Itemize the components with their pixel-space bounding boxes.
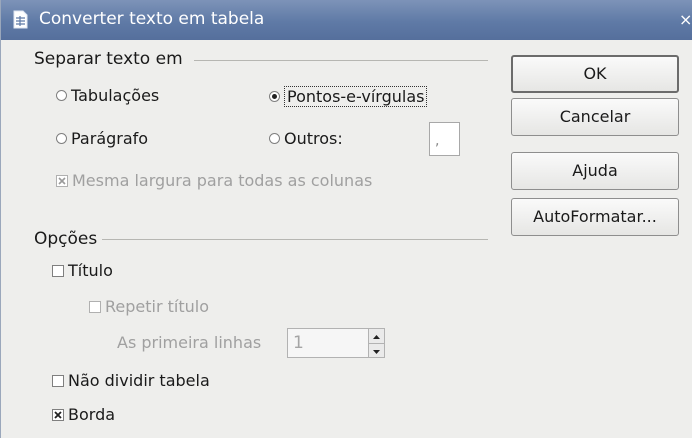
checkbox-repeat-heading[interactable]: Repetir título xyxy=(89,297,209,316)
checkbox-dont-split[interactable]: Não dividir tabela xyxy=(52,371,210,390)
checkbox-equal-width[interactable]: Mesma largura para todas as colunas xyxy=(56,171,372,190)
options-section-divider xyxy=(102,239,488,240)
checkbox-equal-width-label: Mesma largura para todas as colunas xyxy=(72,171,373,190)
ok-button[interactable]: OK xyxy=(511,55,679,93)
checkbox-repeat-heading-box[interactable] xyxy=(89,300,101,313)
radio-paragraph[interactable]: Parágrafo xyxy=(56,129,148,148)
radio-others-label: Outros: xyxy=(284,129,343,148)
first-rows-value: 1 xyxy=(293,333,304,353)
checkbox-heading[interactable]: Título xyxy=(52,261,113,280)
radio-semicolons-indicator[interactable] xyxy=(269,91,280,102)
radio-semicolons-label: Pontos-e-vírgulas xyxy=(284,86,428,107)
separate-text-section-title: Separar texto em xyxy=(34,49,183,69)
other-separator-field[interactable]: , xyxy=(429,122,460,156)
autoformat-button[interactable]: AutoFormatar... xyxy=(511,198,679,236)
other-separator-value: , xyxy=(435,133,440,149)
cancel-button[interactable]: Cancelar xyxy=(511,98,679,136)
radio-semicolons[interactable]: Pontos-e-vírgulas xyxy=(269,86,428,107)
checkbox-repeat-heading-label: Repetir título xyxy=(105,297,209,316)
window-title: Converter texto em tabela xyxy=(39,9,265,29)
convert-text-to-table-dialog: Converter texto em tabela × Separar text… xyxy=(0,0,692,438)
first-rows-label: As primeira linhas xyxy=(117,333,262,352)
checkbox-dont-split-label: Não dividir tabela xyxy=(68,371,210,390)
checkbox-dont-split-box[interactable] xyxy=(52,374,64,387)
title-bar[interactable]: Converter texto em tabela × xyxy=(1,0,692,40)
help-button[interactable]: Ajuda xyxy=(511,152,679,190)
checkbox-border-label: Borda xyxy=(68,405,116,424)
checkbox-heading-label: Título xyxy=(68,261,113,280)
checkbox-border-box[interactable] xyxy=(52,408,64,421)
spin-up-icon[interactable] xyxy=(369,329,384,344)
radio-others-indicator[interactable] xyxy=(269,133,280,144)
radio-tabs-label: Tabulações xyxy=(71,86,160,105)
checkbox-border[interactable]: Borda xyxy=(52,405,115,424)
close-icon[interactable]: × xyxy=(679,10,692,29)
radio-paragraph-label: Parágrafo xyxy=(71,129,149,148)
separate-section-divider xyxy=(194,60,488,61)
radio-tabs-indicator[interactable] xyxy=(56,90,67,101)
radio-tabs[interactable]: Tabulações xyxy=(56,86,159,105)
checkbox-heading-box[interactable] xyxy=(52,264,64,277)
table-document-icon xyxy=(13,10,28,29)
spin-down-icon[interactable] xyxy=(369,344,384,358)
first-rows-spinbox[interactable]: 1 xyxy=(287,328,385,358)
spin-buttons xyxy=(368,329,384,357)
radio-others[interactable]: Outros: xyxy=(269,129,343,148)
radio-paragraph-indicator[interactable] xyxy=(56,133,67,144)
checkbox-equal-width-box[interactable] xyxy=(56,174,68,187)
options-section-title: Opções xyxy=(34,229,98,249)
